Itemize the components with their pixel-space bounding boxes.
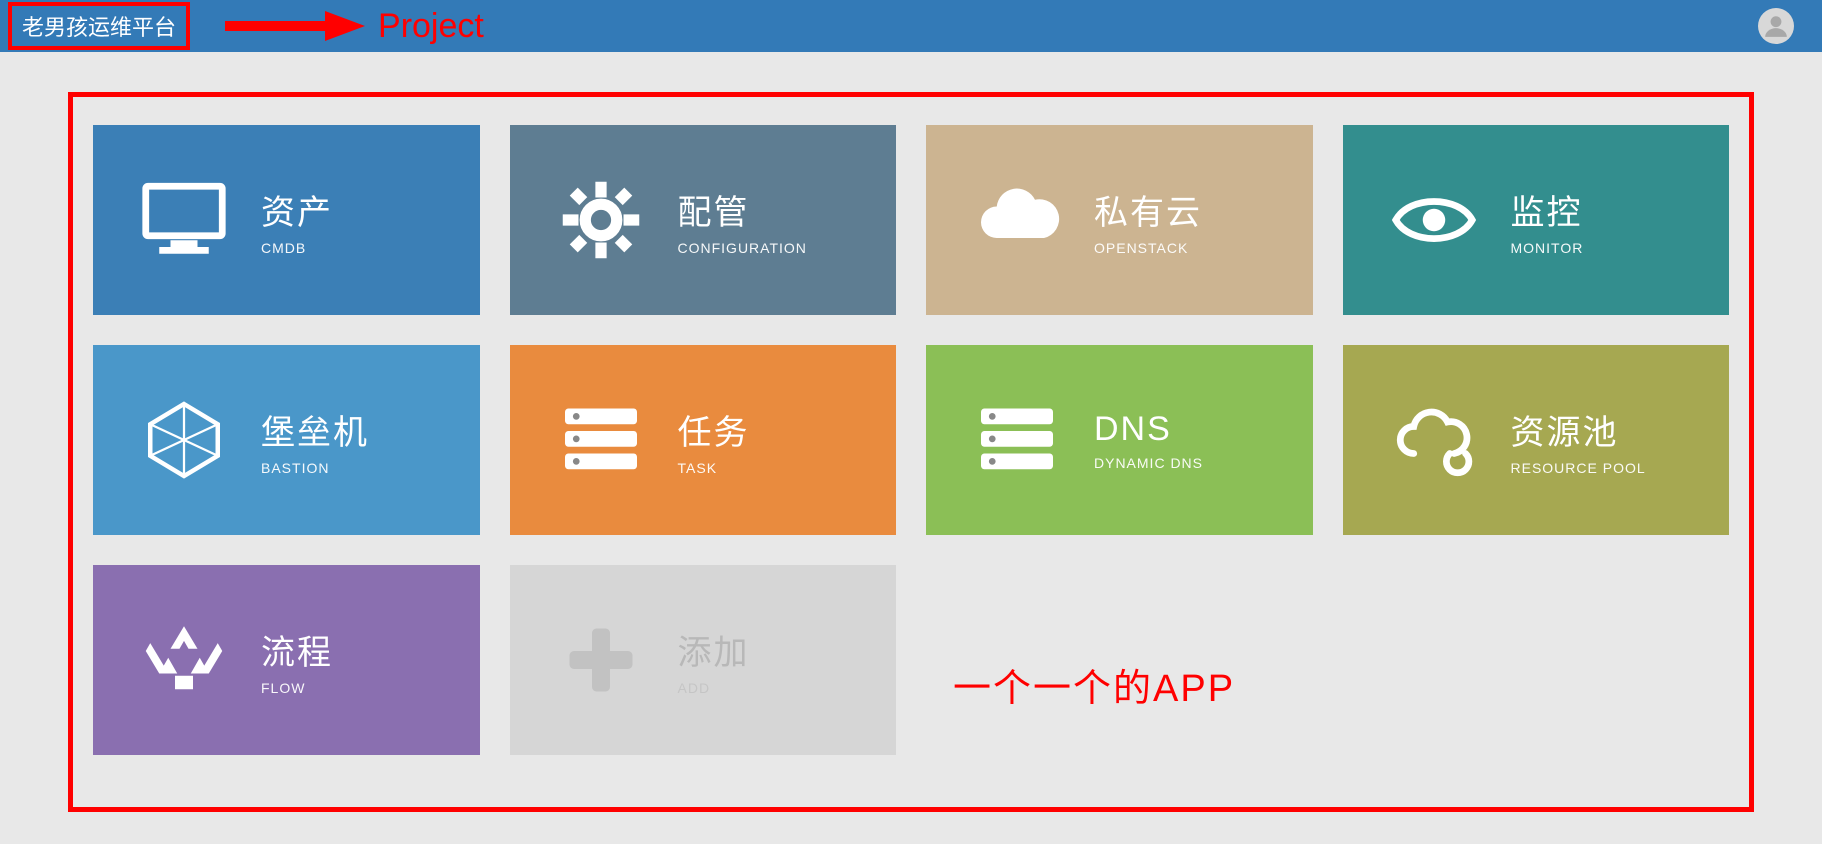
tile-subtitle: CMDB <box>261 240 333 256</box>
polygon-icon <box>129 395 239 485</box>
gear-icon <box>546 175 656 265</box>
tile-title: 添加 <box>678 625 750 674</box>
annotation-arrow-project: Project <box>220 6 484 46</box>
tile-monitor-0[interactable]: 资产 CMDB <box>93 125 480 315</box>
tile-gear-1[interactable]: 配管 CONFIGURATION <box>510 125 897 315</box>
server-icon <box>546 395 656 485</box>
tile-subtitle: BASTION <box>261 460 369 476</box>
tile-texts: 添加 ADD <box>678 625 750 696</box>
header-bar: 老男孩运维平台 Project <box>0 0 1822 52</box>
brand-title[interactable]: 老男孩运维平台 <box>8 2 190 50</box>
cloud-icon <box>962 175 1072 265</box>
annotation-app-note: 一个一个的APP <box>953 657 1235 712</box>
tile-subtitle: FLOW <box>261 680 333 696</box>
tile-subtitle: RESOURCE POOL <box>1511 460 1646 476</box>
tile-title: 配管 <box>678 185 807 234</box>
annotation-project-label: Project <box>378 7 484 46</box>
tile-cloud-2[interactable]: 私有云 OPENSTACK <box>926 125 1313 315</box>
tile-title: 私有云 <box>1094 185 1202 234</box>
tile-texts: DNS DYNAMIC DNS <box>1094 410 1203 471</box>
user-avatar[interactable] <box>1758 8 1794 44</box>
tile-server-5[interactable]: 任务 TASK <box>510 345 897 535</box>
tile-texts: 资源池 RESOURCE POOL <box>1511 405 1646 476</box>
tile-title: 监控 <box>1511 185 1584 234</box>
tile-subtitle: CONFIGURATION <box>678 240 807 256</box>
tile-texts: 监控 MONITOR <box>1511 185 1584 256</box>
tile-polygon-4[interactable]: 堡垒机 BASTION <box>93 345 480 535</box>
tile-subtitle: DYNAMIC DNS <box>1094 455 1203 471</box>
recycle-icon <box>129 615 239 705</box>
tile-eye-3[interactable]: 监控 MONITOR <box>1343 125 1730 315</box>
tile-texts: 堡垒机 BASTION <box>261 405 369 476</box>
tile-recycle-8[interactable]: 流程 FLOW <box>93 565 480 755</box>
tile-title: 资产 <box>261 185 333 234</box>
tile-texts: 流程 FLOW <box>261 625 333 696</box>
tile-server-6[interactable]: DNS DYNAMIC DNS <box>926 345 1313 535</box>
plus-icon <box>546 615 656 705</box>
tile-subtitle: TASK <box>678 460 750 476</box>
tile-texts: 资产 CMDB <box>261 185 333 256</box>
arrow-icon <box>220 6 370 46</box>
tile-title: 流程 <box>261 625 333 674</box>
tile-texts: 任务 TASK <box>678 405 750 476</box>
tile-title: 资源池 <box>1511 405 1646 454</box>
tile-cloudloop-7[interactable]: 资源池 RESOURCE POOL <box>1343 345 1730 535</box>
tile-subtitle: MONITOR <box>1511 240 1584 256</box>
eye-icon <box>1379 175 1489 265</box>
tile-section-annotated: 资产 CMDB 配管 CONFIGURATION 私有云 OPENSTACK 监控 MONIT… <box>68 92 1754 812</box>
server-icon <box>962 395 1072 485</box>
cloudloop-icon <box>1379 395 1489 485</box>
user-icon <box>1763 13 1789 39</box>
tile-title: 堡垒机 <box>261 405 369 454</box>
tile-title: 任务 <box>678 405 750 454</box>
tile-title: DNS <box>1094 410 1203 449</box>
tile-subtitle: ADD <box>678 680 750 696</box>
tile-plus-9[interactable]: 添加 ADD <box>510 565 897 755</box>
monitor-icon <box>129 175 239 265</box>
tile-subtitle: OPENSTACK <box>1094 240 1202 256</box>
tile-texts: 私有云 OPENSTACK <box>1094 185 1202 256</box>
tile-grid: 资产 CMDB 配管 CONFIGURATION 私有云 OPENSTACK 监控 MONIT… <box>93 125 1729 755</box>
tile-texts: 配管 CONFIGURATION <box>678 185 807 256</box>
